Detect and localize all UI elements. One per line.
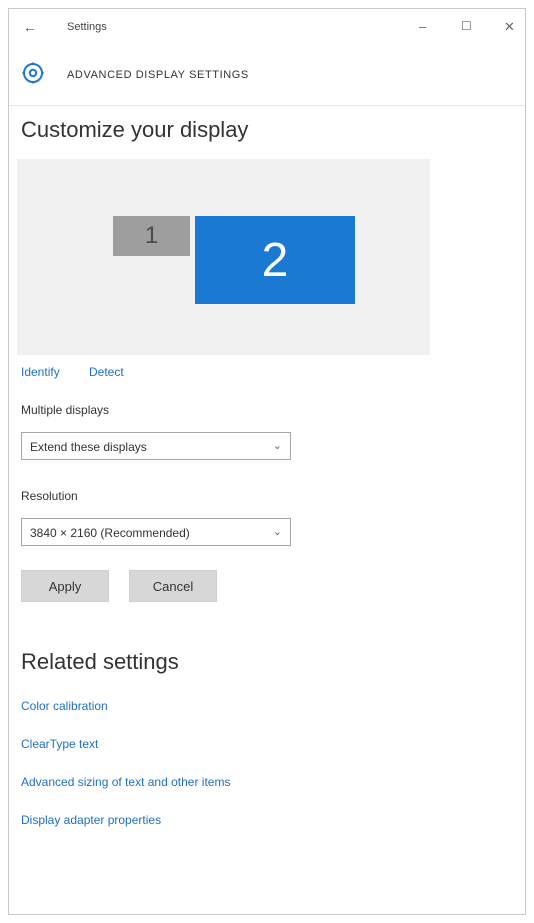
identify-link[interactable]: Identify (21, 365, 60, 379)
title-bar: ← Settings – ☐ ✕ (9, 9, 525, 49)
multiple-displays-dropdown[interactable]: Extend these displays ⌄ (21, 432, 291, 460)
back-arrow-icon[interactable]: ← (23, 19, 37, 35)
cleartype-text-link[interactable]: ClearType text (21, 737, 98, 751)
chevron-down-icon: ⌄ (272, 440, 282, 452)
settings-window: ← Settings – ☐ ✕ ADVANCED DISPLAY SETTIN… (8, 8, 526, 915)
page-header: ADVANCED DISPLAY SETTINGS (9, 49, 525, 106)
multiple-displays-label: Multiple displays (21, 403, 110, 417)
display-arrangement-preview: 1 2 (17, 159, 430, 355)
close-icon[interactable]: ✕ (504, 19, 515, 35)
color-calibration-link[interactable]: Color calibration (21, 699, 108, 713)
display-adapter-properties-link[interactable]: Display adapter properties (21, 813, 161, 827)
customize-heading: Customize your display (21, 117, 249, 142)
monitor-2-tile[interactable]: 2 (195, 216, 355, 304)
app-title: Settings (67, 21, 107, 33)
cancel-button[interactable]: Cancel (129, 570, 217, 602)
page-title: ADVANCED DISPLAY SETTINGS (67, 69, 249, 81)
resolution-dropdown[interactable]: 3840 × 2160 (Recommended) ⌄ (21, 518, 291, 546)
advanced-sizing-link[interactable]: Advanced sizing of text and other items (21, 775, 230, 789)
related-settings-heading: Related settings (21, 649, 179, 674)
maximize-icon[interactable]: ☐ (461, 19, 472, 33)
minimize-icon[interactable]: – (419, 19, 426, 34)
monitor-1-tile[interactable]: 1 (113, 216, 190, 256)
detect-link[interactable]: Detect (89, 365, 124, 379)
apply-button[interactable]: Apply (21, 570, 109, 602)
chevron-down-icon: ⌄ (272, 526, 282, 538)
gear-icon (22, 62, 44, 84)
resolution-label: Resolution (21, 489, 78, 503)
dropdown-selected-value: 3840 × 2160 (Recommended) (30, 526, 190, 540)
dropdown-selected-value: Extend these displays (30, 440, 147, 454)
